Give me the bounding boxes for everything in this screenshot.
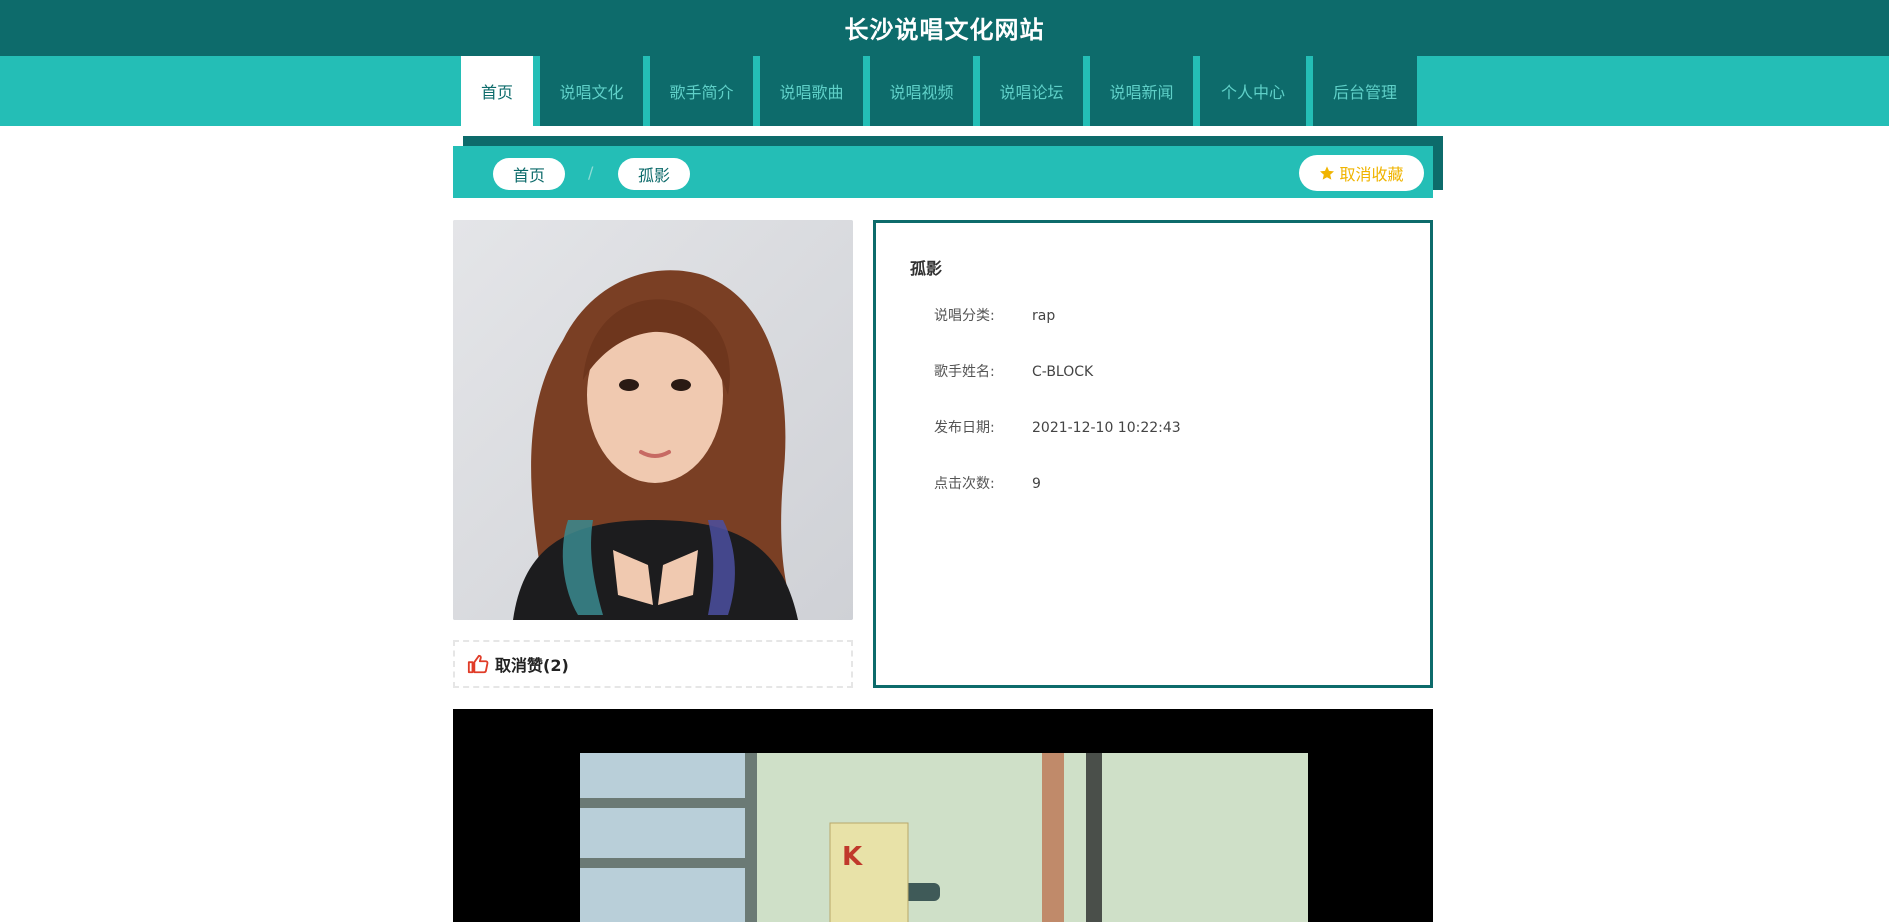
top-header: 长沙说唱文化网站 [0, 0, 1889, 56]
nav-item-personal-center[interactable]: 个人中心 [1200, 56, 1306, 126]
unfavorite-button[interactable]: 取消收藏 [1299, 155, 1424, 191]
detail-row-date: 发布日期: 2021-12-10 10:22:43 [934, 417, 1181, 437]
svg-text:K: K [842, 842, 863, 872]
nav-item-admin[interactable]: 后台管理 [1313, 56, 1417, 126]
nav-item-rap-videos[interactable]: 说唱视频 [870, 56, 973, 126]
detail-row-clicks: 点击次数: 9 [934, 473, 1041, 493]
thumbs-up-icon [467, 654, 489, 674]
nav-item-home[interactable]: 首页 [461, 56, 533, 126]
unfavorite-label: 取消收藏 [1339, 165, 1404, 184]
detail-value: rap [1032, 308, 1056, 324]
site-title: 长沙说唱文化网站 [844, 16, 1045, 44]
breadcrumb [453, 146, 1433, 198]
detail-title: 孤影 [910, 259, 943, 278]
detail-row-singer: 歌手姓名: C-BLOCK [934, 361, 1093, 381]
breadcrumb-separator: / [588, 163, 594, 182]
detail-value: C-BLOCK [1032, 364, 1094, 380]
video-frame: K [580, 753, 1308, 922]
detail-label: 发布日期: [934, 420, 995, 436]
nav-item-rap-songs[interactable]: 说唱歌曲 [760, 56, 863, 126]
nav-item-rap-news[interactable]: 说唱新闻 [1090, 56, 1193, 126]
singer-portrait-image [453, 220, 853, 620]
nav-item-singer-intro[interactable]: 歌手简介 [650, 56, 753, 126]
nav-item-rap-forum[interactable]: 说唱论坛 [980, 56, 1083, 126]
video-still-image: K [580, 753, 1308, 922]
video-player[interactable]: K [453, 709, 1433, 922]
unlike-button[interactable]: 取消赞(2) [453, 640, 853, 688]
detail-value: 2021-12-10 10:22:43 [1032, 420, 1181, 436]
nav-item-rap-culture[interactable]: 说唱文化 [540, 56, 643, 126]
breadcrumb-current[interactable]: 孤影 [618, 158, 690, 190]
singer-photo [453, 220, 853, 620]
main-nav: 首页 说唱文化 歌手简介 说唱歌曲 说唱视频 说唱论坛 说唱新闻 个人中心 后台… [461, 56, 1417, 126]
breadcrumb-home[interactable]: 首页 [493, 158, 565, 190]
detail-label: 说唱分类: [934, 308, 995, 324]
detail-label: 歌手姓名: [934, 364, 995, 380]
detail-value: 9 [1032, 476, 1041, 492]
unlike-label: 取消赞(2) [495, 656, 569, 675]
detail-row-category: 说唱分类: rap [934, 305, 1055, 325]
detail-panel: 孤影 说唱分类: rap 歌手姓名: C-BLOCK 发布日期: 2021-12-10… [873, 220, 1433, 688]
detail-label: 点击次数: [934, 476, 995, 492]
star-icon [1320, 166, 1335, 180]
